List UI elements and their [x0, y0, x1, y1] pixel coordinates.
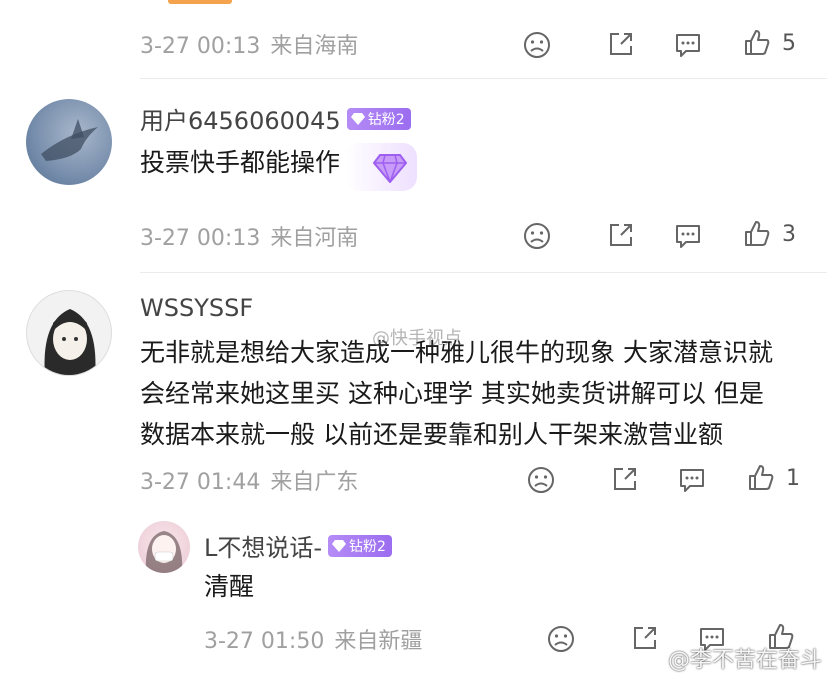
avatar[interactable]	[138, 521, 190, 573]
tag-fragment	[168, 0, 232, 4]
avatar[interactable]	[26, 99, 112, 185]
comment-text: 无非就是想给大家造成一种雅儿很牛的现象 大家潜意识就 会经常来她这里买 这种心理…	[140, 332, 773, 455]
gift-highlight	[345, 143, 417, 191]
share-button[interactable]	[631, 624, 659, 652]
divider	[140, 272, 827, 273]
share-icon	[610, 33, 632, 55]
divider	[140, 78, 827, 79]
comment-date-location: 3-27 01:44 来自广东	[140, 470, 359, 495]
fan-badge: 钻粉2	[346, 107, 411, 130]
share-icon	[634, 627, 656, 649]
comment-line: 会经常来她这里买 这种心理学 其实她卖货讲解可以 但是	[140, 379, 764, 408]
username[interactable]: L不想说话-	[204, 528, 322, 563]
comment-text: 清醒	[204, 572, 255, 601]
username-row: WSSYSSF	[140, 294, 253, 322]
dislike-button[interactable]	[546, 624, 576, 654]
gem-gift-icon	[373, 154, 407, 183]
like-icon	[745, 221, 770, 246]
comment-date-location: 3-27 00:13 来自河南	[140, 226, 359, 251]
username-row: L不想说话- 钻粉2	[204, 528, 392, 563]
comment-meta: 3-27 00:13 来自海南	[140, 24, 358, 64]
reply-icon	[676, 34, 700, 57]
like-button[interactable]: 1	[746, 463, 800, 493]
reply-icon	[676, 225, 700, 248]
comment-text: 投票快手都能操作	[140, 148, 341, 177]
comment-line: 数据本来就一般 以前还是要靠和别人干架来激营业额	[140, 420, 723, 449]
share-button[interactable]	[607, 30, 635, 58]
like-button[interactable]: 5	[742, 28, 796, 58]
dislike-button[interactable]	[526, 465, 556, 495]
reply-button[interactable]	[673, 222, 703, 250]
comment-meta: 3-27 00:13 来自河南	[140, 216, 358, 256]
dislike-icon	[524, 223, 550, 249]
anime-avatar-icon	[44, 309, 96, 375]
share-button[interactable]	[611, 465, 639, 493]
like-count: 1	[786, 465, 800, 491]
username-row: 用户6456060045 钻粉2	[140, 101, 411, 136]
gem-icon	[332, 539, 347, 552]
dislike-icon	[528, 467, 554, 493]
reply-button[interactable]	[673, 31, 703, 59]
share-button[interactable]	[607, 221, 635, 249]
girl-avatar-icon	[145, 531, 183, 573]
shark-avatar-icon	[41, 119, 98, 161]
fan-badge: 钻粉2	[328, 534, 392, 557]
like-count: 3	[782, 221, 796, 247]
dislike-button[interactable]	[522, 30, 552, 60]
dislike-icon	[548, 626, 574, 652]
username[interactable]: 用户6456060045	[140, 101, 341, 136]
watermark-center: @快手视点	[372, 328, 462, 349]
like-count: 5	[782, 30, 796, 56]
watermark-bottom-right: @李不苦在奋斗	[668, 648, 823, 673]
reply-button[interactable]	[677, 466, 707, 494]
share-icon	[610, 224, 632, 246]
dislike-icon	[524, 32, 550, 58]
like-icon	[749, 465, 774, 490]
comment-meta: 3-27 01:44 来自广东	[140, 460, 358, 500]
comment-meta: 3-27 01:50 来自新疆	[204, 619, 422, 659]
share-icon	[614, 468, 636, 490]
comment-date-location: 3-27 01:50 来自新疆	[204, 629, 423, 654]
username[interactable]: WSSYSSF	[140, 294, 253, 322]
like-icon	[745, 30, 770, 55]
gem-icon	[350, 112, 365, 125]
dislike-button[interactable]	[522, 221, 552, 251]
comment-date-location: 3-27 00:13 来自海南	[140, 34, 359, 59]
avatar[interactable]	[26, 290, 112, 376]
like-button[interactable]: 3	[742, 219, 796, 249]
reply-icon	[680, 469, 704, 492]
